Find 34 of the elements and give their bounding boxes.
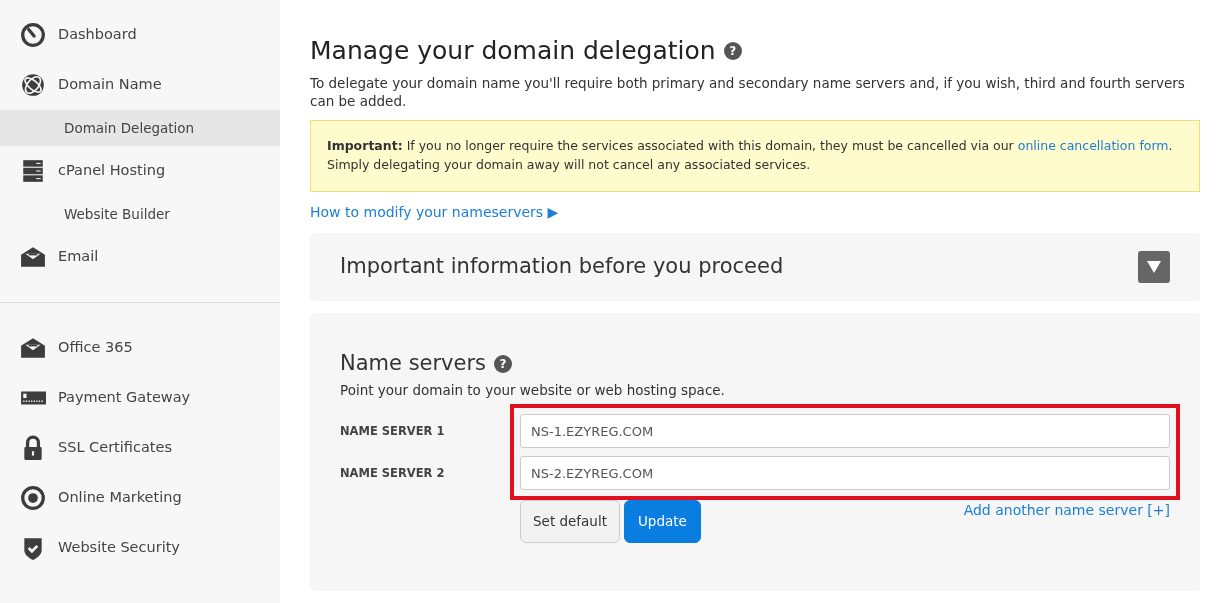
help-icon[interactable]: ? xyxy=(494,354,513,373)
section-title: Name servers xyxy=(340,350,487,377)
sidebar-item[interactable]: Website Security xyxy=(0,523,280,573)
sidebar-item[interactable]: Domain Delegation xyxy=(0,110,280,146)
gauge-icon xyxy=(20,22,46,48)
section-subtitle: Point your domain to your website or web hosting space. xyxy=(340,381,726,401)
page-title: Manage your domain delegation xyxy=(310,36,716,66)
howto-link[interactable]: How to modify your nameservers ▶ xyxy=(310,203,559,220)
globe-icon xyxy=(20,72,46,98)
sidebar-item[interactable]: SSL Certificates xyxy=(0,423,280,473)
sidebar-item[interactable]: Dashboard xyxy=(0,10,280,60)
sidebar-item[interactable]: Payment Gateway xyxy=(0,373,280,423)
sidebar-item[interactable]: Website Builder xyxy=(0,196,280,232)
target-icon xyxy=(20,485,46,511)
server-icon xyxy=(20,158,46,184)
intro-text: To delegate your domain name you'll require both primary and secondary name servers and, if you wish, third and fourth servers can be added. xyxy=(310,74,1186,111)
sidebar-item[interactable]: Domain Name xyxy=(0,60,280,110)
sidebar-item[interactable]: Email xyxy=(0,232,280,282)
alert-message: Important: If you no longer require the services associated with this domain, they must be cancelled via our online cancellation form. Simply delegating your domain away will not cancel any associated services. xyxy=(310,120,1200,192)
add-server-link[interactable]: Add another name server [+] xyxy=(963,500,1170,522)
panel-title: Important information before you proceed xyxy=(340,254,784,280)
name-server-field[interactable]: NS-1.EZYREG.COM xyxy=(520,414,1170,449)
cancellation-link[interactable]: online cancellation form xyxy=(1017,138,1169,154)
update-button[interactable]: Update xyxy=(623,500,701,543)
sidebar-item[interactable]: Office 365 xyxy=(0,323,280,373)
name-server-field[interactable]: NS-2.EZYREG.COM xyxy=(520,456,1170,491)
set-default-button[interactable]: Set default xyxy=(520,500,620,543)
field-label: NAME SERVER 1 xyxy=(340,422,446,440)
field-label: NAME SERVER 2 xyxy=(340,464,446,482)
expand-toggle-button[interactable] xyxy=(1138,250,1170,283)
sidebar-item[interactable]: Online Marketing xyxy=(0,473,280,523)
help-icon[interactable]: ? xyxy=(723,42,742,60)
triangle-down-icon xyxy=(1146,259,1162,274)
sidebar-item[interactable]: cPanel Hosting xyxy=(0,146,280,196)
